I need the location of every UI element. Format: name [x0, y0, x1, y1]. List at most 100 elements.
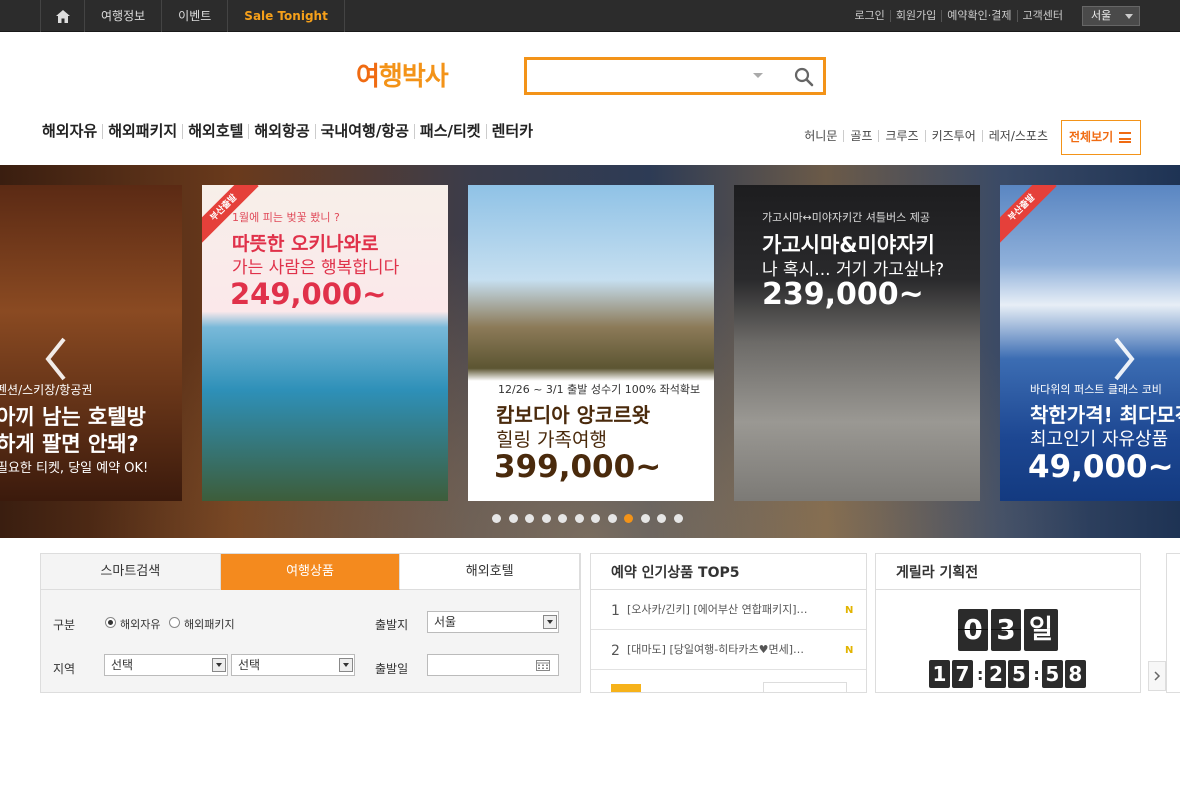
search-icon[interactable] [793, 66, 815, 88]
ribbon-badge: 부산출발 [1000, 185, 1057, 243]
carousel-dot[interactable] [640, 514, 650, 523]
tag-decoration [611, 684, 641, 692]
countdown-time: 1 7 : 2 5 : 5 8 [929, 660, 1088, 688]
banner-text: 가는 사람은 행복합니다 [232, 258, 400, 278]
carousel-dot[interactable] [574, 514, 584, 523]
banner-text: 최고인기 자유상품 [1030, 429, 1169, 450]
gnb-pass-ticket[interactable]: 패스/티켓 [413, 124, 486, 139]
city-select[interactable]: 서울 [1082, 6, 1140, 26]
carousel-dot[interactable] [591, 514, 600, 523]
chevron-down-icon [212, 658, 226, 672]
search-input[interactable] [533, 64, 743, 88]
carousel-dot[interactable] [607, 514, 617, 523]
top5-title: 예약 인기상품 TOP5 [591, 554, 866, 590]
gnb-overseas-package[interactable]: 해외패키지 [102, 124, 182, 139]
banner-card[interactable]: 가고시마↔미야자키간 셔틀버스 제공 가고시마&미야자키 나 혹시... 거기 … [734, 185, 980, 501]
carousel-dot[interactable] [624, 514, 633, 523]
gnb-rentcar[interactable]: 렌터카 [485, 124, 538, 139]
reservation-link[interactable]: 예약확인·결제 [942, 10, 1018, 22]
tab-overseas-hotel[interactable]: 해외호텔 [400, 554, 580, 590]
radio-free-travel[interactable] [105, 617, 116, 628]
chevron-right-icon[interactable] [1112, 335, 1136, 383]
carousel-dots [492, 514, 690, 523]
list-item[interactable]: 1 [오사카/긴키] [에어부산 연합패키지]… N [591, 590, 866, 630]
smart-search-panel: 스마트검색 여행상품 해외호텔 구분 해외자유 해외패키지 출발지 서울 지역 … [40, 553, 581, 693]
chevron-down-icon [339, 658, 353, 672]
banner-text: 따뜻한 오키나와로 [232, 233, 379, 255]
gnb-overseas-free[interactable]: 해외자유 [40, 124, 102, 139]
banner-text: 아끼 남는 호텔방 [0, 405, 146, 429]
chevron-down-icon [1125, 14, 1133, 19]
banner-card[interactable]: 12/26 ~ 3/1 출발 성수기 100% 좌석확보 캄보디아 앙코르왓 힐… [468, 185, 714, 501]
banner-card[interactable]: 부산출발 1월에 피는 벚꽃 봤니 ? 따뜻한 오키나와로 가는 사람은 행복합… [202, 185, 448, 501]
logo-rest: 행박사 [378, 62, 449, 92]
chevron-down-icon [543, 615, 557, 629]
countdown-days: 0 3 일 [958, 609, 1058, 651]
rank-text: [대마도] [당일여행-히타카츠♥면세]… [627, 643, 805, 656]
top-bar-left: 여행정보 이벤트 Sale Tonight [40, 0, 345, 32]
radio-label-free: 해외자유 [120, 618, 161, 631]
carousel-dot[interactable] [558, 514, 567, 523]
banner-text: 1월에 피는 벚꽃 봤니 ? [232, 211, 340, 224]
top-bar: 여행정보 이벤트 Sale Tonight 로그인 회원가입 예약확인·결제 고… [0, 0, 1180, 32]
chevron-right-icon [1154, 671, 1161, 681]
carousel-dot[interactable] [541, 514, 551, 523]
guerrilla-panel: 게릴라 기획전 0 3 일 1 7 : 2 5 : 5 8 [875, 553, 1141, 693]
countdown-digit: 5 [1008, 660, 1030, 688]
countdown-colon: : [1033, 664, 1040, 684]
site-logo[interactable]: 여행박사 [356, 56, 449, 92]
departure-select[interactable]: 서울 [427, 611, 559, 633]
calendar-icon[interactable] [536, 659, 550, 671]
gnb-domestic[interactable]: 국내여행/항공 [314, 124, 414, 139]
carousel-dot[interactable] [492, 514, 501, 523]
chevron-left-icon[interactable] [44, 335, 68, 383]
login-link[interactable]: 로그인 [849, 10, 891, 22]
radio-label-package: 해외패키지 [184, 618, 235, 631]
tab-travel-product[interactable]: 여행상품 [220, 554, 401, 590]
gnb-overseas-air[interactable]: 해외항공 [248, 124, 314, 139]
city-select-value: 서울 [1091, 9, 1112, 22]
signup-link[interactable]: 회원가입 [891, 10, 943, 22]
main-nav: 해외자유 해외패키지 해외호텔 해외항공 국내여행/항공 패스/티켓 렌터카 [40, 124, 538, 139]
region-select-1[interactable]: 선택 [104, 654, 228, 676]
departure-date-input[interactable] [427, 654, 559, 676]
carousel-dot[interactable] [657, 514, 666, 523]
carousel-dot[interactable] [508, 514, 518, 523]
search-dropdown-icon[interactable] [753, 73, 763, 78]
banner-card[interactable]: 펜션/스키장/항공권 아끼 남는 호텔방 하게 팔면 안돼? 필요한 티켓, 당… [0, 185, 182, 501]
nav-sale-tonight[interactable]: Sale Tonight [227, 0, 345, 32]
search-box [524, 57, 826, 95]
departure-value: 서울 [434, 615, 457, 629]
nav-event[interactable]: 이벤트 [161, 0, 227, 32]
label-departure: 출발지 [375, 618, 409, 632]
customer-center-link[interactable]: 고객센터 [1018, 10, 1068, 22]
view-all-button[interactable]: 전체보기 [1061, 120, 1141, 155]
tab-smart-search[interactable]: 스마트검색 [41, 554, 221, 590]
region-select-2-value: 선택 [238, 658, 261, 672]
side-panel-arrow[interactable] [1148, 661, 1166, 691]
banner-text: 하게 팔면 안돼? [0, 432, 139, 456]
home-button[interactable] [40, 0, 84, 32]
subnav-honeymoon[interactable]: 허니문 [798, 130, 843, 142]
countdown-day-label: 일 [1024, 609, 1058, 651]
countdown-digit: 1 [929, 660, 950, 688]
subnav-kids-tour[interactable]: 키즈투어 [924, 130, 982, 142]
banner-text: 착한가격! 최다모객! [1030, 403, 1180, 427]
region-select-2[interactable]: 선택 [231, 654, 355, 676]
subnav-cruise[interactable]: 크루즈 [878, 130, 924, 142]
carousel-dot[interactable] [673, 514, 683, 523]
home-icon [55, 9, 70, 23]
top-bar-right: 로그인 회원가입 예약확인·결제 고객센터 서울 [849, 0, 1140, 32]
search-tabs: 스마트검색 여행상품 해외호텔 [41, 554, 580, 590]
countdown-digit: 0 [958, 609, 988, 651]
banner-card[interactable]: 부산출발 바다위의 퍼스트 클래스 코비 착한가격! 최다모객! 최고인기 자유… [1000, 185, 1180, 501]
radio-package[interactable] [169, 617, 180, 628]
subnav-golf[interactable]: 골프 [843, 130, 878, 142]
view-all-label: 전체보기 [1069, 130, 1114, 144]
carousel-dot[interactable] [525, 514, 534, 523]
list-item[interactable]: 2 [대마도] [당일여행-히타카츠♥면세]… N [591, 630, 866, 670]
subnav-leisure[interactable]: 레저/스포츠 [981, 130, 1054, 142]
nav-travel-info[interactable]: 여행정보 [84, 0, 161, 32]
countdown-digit: 8 [1064, 660, 1086, 688]
gnb-overseas-hotel[interactable]: 해외호텔 [182, 124, 248, 139]
